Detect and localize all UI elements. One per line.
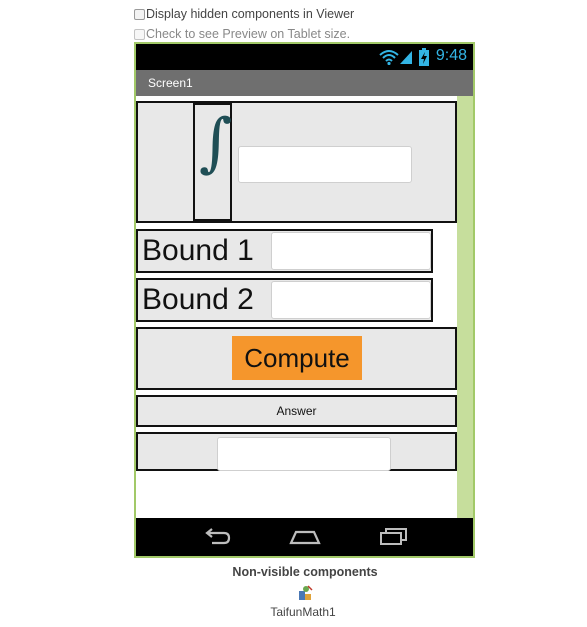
bound2-arrangement: Bound 2	[136, 278, 433, 322]
back-icon[interactable]	[202, 528, 232, 546]
scrollbar[interactable]	[457, 96, 473, 518]
integral-image: ∫	[193, 103, 232, 221]
signal-icon	[400, 51, 412, 64]
answer-arrangement: Answer	[136, 395, 457, 427]
battery-icon	[419, 48, 429, 66]
tablet-preview-checkbox[interactable]	[134, 28, 145, 40]
display-hidden-checkbox[interactable]	[134, 8, 145, 20]
screen-title: Screen1	[148, 76, 193, 90]
bound1-label: Bound 1	[142, 234, 254, 267]
bound1-arrangement: Bound 1	[136, 229, 433, 273]
result-input[interactable]	[217, 437, 391, 471]
nonvisible-title: Non-visible components	[232, 565, 378, 579]
nav-bar	[136, 518, 473, 556]
math-component-icon[interactable]	[297, 585, 313, 601]
status-bar: 9:48	[136, 44, 473, 70]
tablet-preview-option[interactable]: Check to see Preview on Tablet size.	[134, 27, 350, 41]
phone-viewer: 9:48 Screen1 ∫ Bound 1 Bound 2 Compute A…	[134, 42, 475, 558]
status-clock: 9:48	[435, 47, 467, 64]
function-input[interactable]	[238, 146, 412, 183]
nonvisible-item-taifunmath[interactable]: TaifunMath1	[0, 605, 587, 619]
wifi-icon	[379, 50, 399, 65]
display-hidden-option[interactable]: Display hidden components in Viewer	[134, 7, 354, 21]
bound1-input[interactable]	[271, 232, 431, 270]
answer-label: Answer	[276, 404, 317, 418]
integral-arrangement: ∫	[136, 101, 457, 223]
result-arrangement	[136, 432, 457, 471]
title-bar: Screen1	[136, 70, 473, 96]
compute-button[interactable]: Compute	[232, 336, 362, 380]
bound2-input[interactable]	[271, 281, 431, 319]
tablet-preview-label: Check to see Preview on Tablet size.	[146, 27, 351, 41]
recent-apps-icon[interactable]	[379, 528, 409, 546]
bound2-label: Bound 2	[142, 283, 254, 316]
display-hidden-label: Display hidden components in Viewer	[146, 7, 355, 21]
compute-arrangement: Compute	[136, 327, 457, 390]
home-icon[interactable]	[289, 528, 321, 546]
integral-icon: ∫	[199, 106, 233, 180]
